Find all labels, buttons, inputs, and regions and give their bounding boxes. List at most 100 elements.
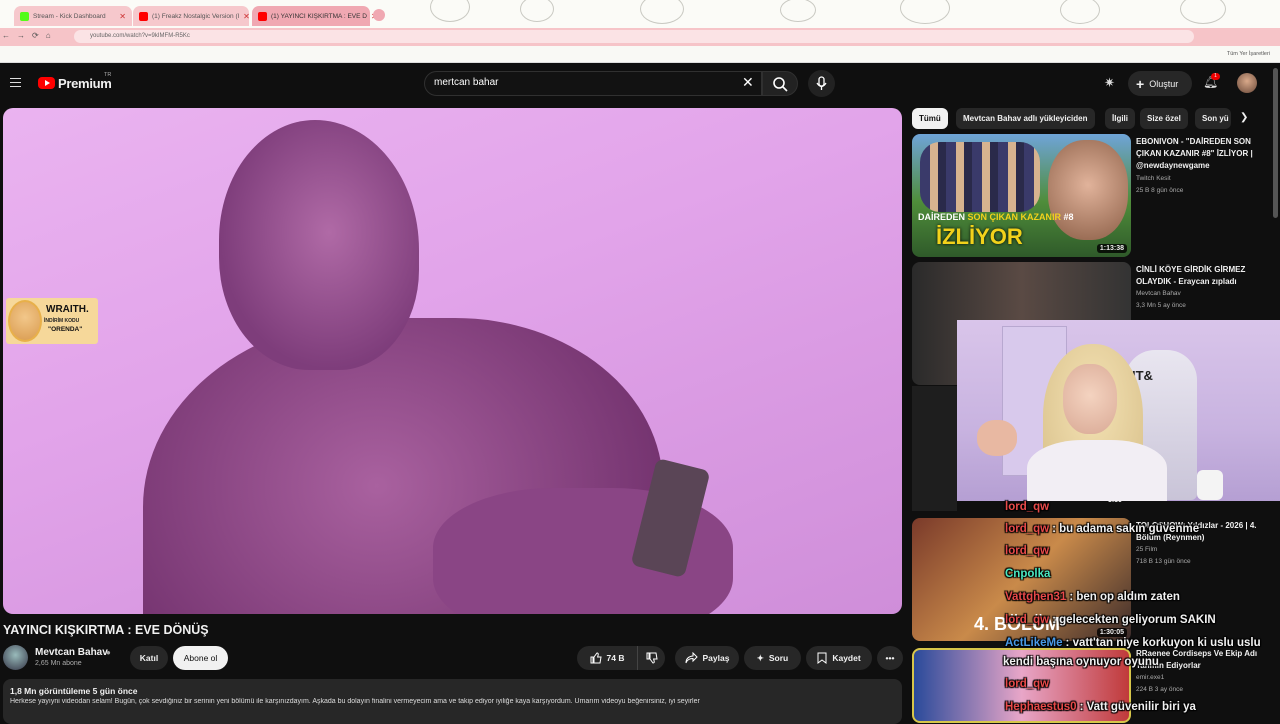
- tab-freakz[interactable]: (1) Freakz Nostalgic Version (l ✕: [133, 6, 250, 26]
- chip-for-you[interactable]: Size özel: [1140, 108, 1188, 129]
- close-tab-icon[interactable]: ✕: [119, 12, 126, 21]
- microphone-icon: [816, 76, 827, 90]
- duration-badge: 1:13:38: [1096, 244, 1127, 253]
- sponsor-code-label: İNDİRİM KODU: [44, 318, 80, 324]
- save-button[interactable]: Kaydet: [806, 646, 872, 670]
- background-doodle: [430, 0, 470, 22]
- notification-badge: 1: [1211, 73, 1220, 80]
- video-title: YAYINCI KIŞKIRTMA : EVE DÖNÜŞ: [3, 623, 209, 637]
- search-input[interactable]: mertcan bahar: [424, 71, 762, 96]
- bookmarks-bar: [0, 46, 1280, 63]
- rec-placeholder: [912, 386, 957, 511]
- rec-channel[interactable]: 25 Film: [1136, 546, 1157, 553]
- webcam-streamer-body: [1027, 440, 1167, 501]
- channel-name[interactable]: Mevtcan Bahav: [35, 647, 108, 658]
- rec-meta: 718 B 13 gün önce: [1136, 558, 1191, 565]
- bookmark-icon: [817, 652, 827, 664]
- search-icon: [773, 77, 788, 92]
- verified-icon: ●: [106, 648, 111, 657]
- page-scrollbar[interactable]: [1273, 68, 1278, 218]
- like-button[interactable]: 74 B: [577, 646, 637, 670]
- chat-message: lord_qw: [1005, 545, 1050, 557]
- thumbnail-crowd: [920, 142, 1040, 212]
- channel-avatar[interactable]: [3, 645, 28, 670]
- chat-message: lord_qw: bu adama sakın güvenme: [1005, 523, 1200, 535]
- tab-kick-dashboard[interactable]: Stream - Kick Dashboard ✕: [14, 6, 132, 26]
- background-doodle: [520, 0, 554, 22]
- chat-message: lord_qw: [1005, 678, 1050, 690]
- thumbs-down-icon: [646, 652, 658, 664]
- chip-all[interactable]: Tümü: [912, 108, 948, 129]
- chat-message: Cnpolka: [1005, 568, 1051, 580]
- chat-message: lord_qw: [1005, 501, 1050, 513]
- more-actions-button[interactable]: •••: [877, 646, 903, 670]
- sponsor-title: WRAITH.: [46, 304, 89, 315]
- rec-meta: 224 B 3 ay önce: [1136, 686, 1183, 693]
- webcam-streamer-hand: [977, 420, 1017, 456]
- rec-title[interactable]: EBONIVON - "DAİREDEN SON ÇIKAN KAZANIR #…: [1136, 136, 1266, 172]
- background-doodle: [780, 0, 816, 22]
- duration-badge: 1:30:05: [1096, 628, 1127, 637]
- streamer-webcam: IT&: [957, 320, 1280, 501]
- chat-message: ActLikeMe: vatt'tan niye korkuyon ki usl…: [1005, 637, 1261, 649]
- rec-channel[interactable]: Mevtcan Bahav: [1136, 290, 1181, 297]
- youtube-icon: [139, 11, 148, 21]
- new-tab-button[interactable]: [373, 9, 385, 21]
- account-avatar[interactable]: [1237, 73, 1257, 93]
- join-button[interactable]: Katıl: [130, 646, 168, 670]
- subscribe-button[interactable]: Abone ol: [173, 646, 228, 670]
- chip-from-uploader[interactable]: Mevtcan Bahav adlı yükleyiciden: [956, 108, 1095, 129]
- create-button[interactable]: + Oluştur: [1128, 71, 1192, 96]
- thumbnail-caption: DAİREDEN SON ÇIKAN KAZANIR #8: [918, 212, 1074, 222]
- rec-title[interactable]: CİNLİ KÖYE GİRDİK GİRMEZ OLAYDIK - Erayc…: [1136, 264, 1266, 288]
- views-and-date: 1,8 Mn görüntüleme 5 gün önce: [10, 686, 138, 696]
- chat-message: Vattghen31: ben op aldım zaten: [1005, 591, 1180, 603]
- thumbnail-caption-big: İZLİYOR: [936, 224, 1023, 249]
- rec-meta: 25 B 8 gün önce: [1136, 187, 1184, 194]
- thumbnail-face: [1048, 140, 1128, 240]
- rec-channel[interactable]: emir.exe1: [1136, 674, 1164, 681]
- hamburger-menu-icon[interactable]: [10, 78, 21, 87]
- sparkle-icon: ✦: [756, 652, 764, 663]
- dislike-button[interactable]: [637, 646, 665, 670]
- background-doodle: [1060, 0, 1100, 24]
- clear-search-icon[interactable]: ✕: [742, 74, 754, 91]
- extension-icon[interactable]: ✷: [1104, 75, 1115, 91]
- search-button[interactable]: [762, 71, 798, 96]
- more-horizontal-icon: •••: [885, 653, 895, 663]
- video-frame-monkey-head: [219, 120, 419, 370]
- webcam-streamer-face: [1063, 364, 1117, 434]
- tab-active-video[interactable]: (1) YAYINCI KIŞKIRTMA : EVE D✕: [252, 6, 378, 26]
- share-icon: [685, 652, 698, 664]
- nav-buttons[interactable]: ←→⟳⌂: [2, 31, 58, 40]
- chevron-right-icon[interactable]: ❯: [1240, 112, 1248, 123]
- background-doodle: [1180, 0, 1226, 24]
- chat-message: Hephaestus0: Vatt güvenilir biri ya: [1005, 701, 1196, 713]
- ask-button[interactable]: ✦ Soru: [744, 646, 801, 670]
- close-tab-icon[interactable]: ✕: [243, 12, 250, 21]
- rec-channel[interactable]: Twitch Kesit: [1136, 175, 1171, 182]
- chip-recent[interactable]: Son yü: [1195, 108, 1231, 129]
- background-doodle: [640, 0, 684, 24]
- rec-meta: 3,3 Mn 5 ay önce: [1136, 302, 1186, 309]
- sponsor-overlay: WRAITH. İNDİRİM KODU "ORENDA": [6, 298, 98, 344]
- youtube-logo-icon[interactable]: [38, 77, 55, 89]
- background-doodle: [900, 0, 950, 24]
- share-button[interactable]: Paylaş: [675, 646, 739, 670]
- thumbs-up-icon: [590, 652, 602, 664]
- sponsor-code: "ORENDA": [48, 326, 83, 333]
- chip-related[interactable]: İlgili: [1105, 108, 1135, 129]
- plus-icon: +: [1136, 75, 1145, 92]
- rec-thumbnail[interactable]: DAİREDEN SON ÇIKAN KAZANIR #8 İZLİYOR 1:…: [912, 134, 1131, 257]
- sponsor-mascot: [8, 300, 42, 342]
- region-code: TR: [104, 72, 112, 78]
- webcam-lamp: [1197, 470, 1223, 500]
- all-bookmarks-link[interactable]: Tüm Yer İşaretleri: [1227, 51, 1270, 57]
- voice-search-button[interactable]: [808, 70, 835, 97]
- video-player[interactable]: [3, 108, 902, 614]
- description-text: Herkese yayıyni videodan selam! Bugün, ç…: [10, 698, 700, 705]
- chat-message: lord_qw: gelecekten geliyorum SAKIN: [1005, 614, 1216, 626]
- kick-icon: [20, 11, 29, 21]
- youtube-logo-text[interactable]: Premium: [58, 76, 112, 91]
- url-field[interactable]: youtube.com/watch?v=9kIMFM-R5Kc: [74, 30, 1194, 43]
